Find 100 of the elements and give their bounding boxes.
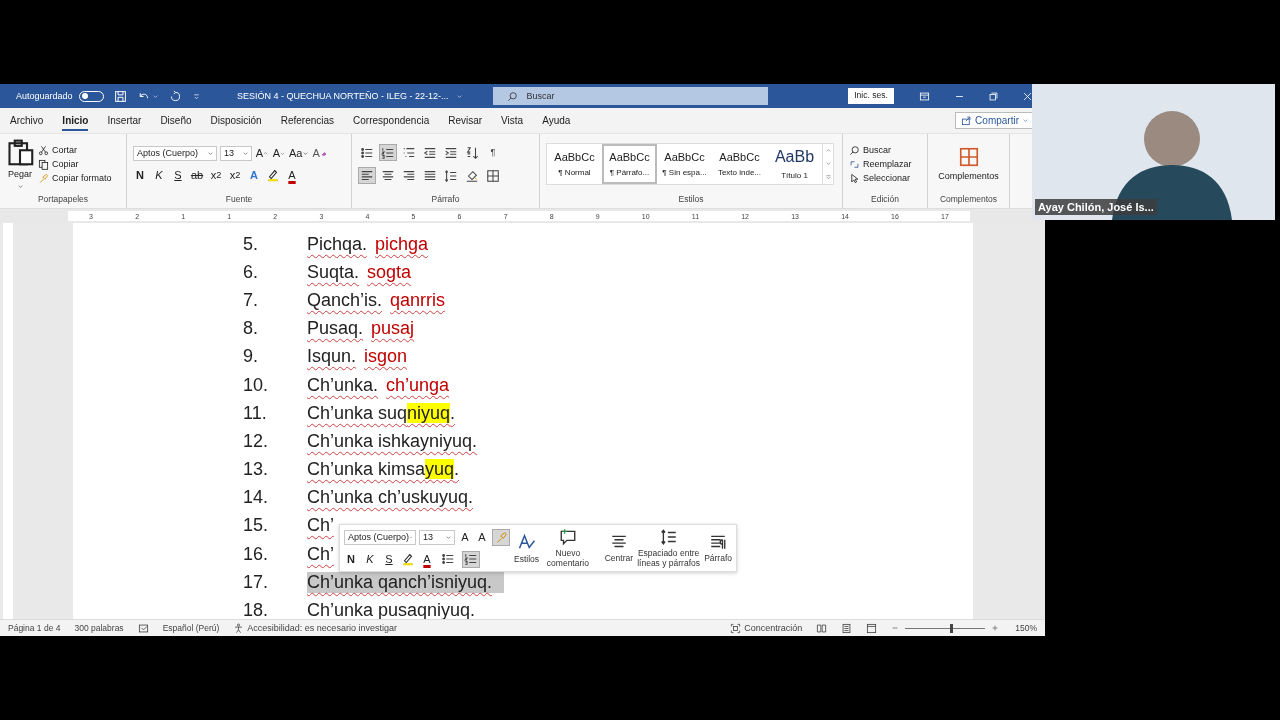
paste-button[interactable]: Pegar	[6, 138, 34, 190]
numbered-list-button[interactable]	[462, 550, 480, 568]
group-label: Edición	[870, 194, 900, 206]
paintbrush-icon	[494, 530, 508, 544]
numbered-list-button[interactable]	[379, 144, 397, 161]
underline-button[interactable]: S	[171, 167, 185, 183]
list-item-text: Ch’unka pusaqniyuq.	[307, 600, 476, 619]
ribbon-tab[interactable]: Vista	[495, 110, 530, 131]
replace-button[interactable]: Reemplazar	[849, 158, 912, 170]
ribbon-tab[interactable]: Revisar	[442, 110, 489, 131]
italic-button[interactable]: K	[152, 167, 166, 183]
copy-button[interactable]: Copiar	[38, 158, 112, 170]
search-icon	[849, 144, 860, 156]
select-button[interactable]: Seleccionar	[849, 172, 912, 184]
italic-button[interactable]: K	[363, 551, 377, 567]
cut-button[interactable]: Cortar	[38, 144, 112, 156]
proofing-icon	[137, 622, 149, 634]
eraser-icon	[319, 149, 328, 157]
add-ins-button[interactable]: Complementos	[938, 146, 999, 182]
cursor-icon	[849, 172, 860, 184]
ribbon-tab[interactable]: Diseño	[154, 110, 198, 131]
paragraph-button[interactable]: Párrafo	[704, 532, 732, 564]
accessibility-status[interactable]: Accesibilidad: es necesario investigar	[233, 622, 397, 634]
styles-button[interactable]: Estilos	[514, 531, 540, 565]
font-size-dropdown[interactable]: 13	[419, 529, 455, 545]
font-color-button[interactable]: A	[420, 551, 434, 567]
grow-font-button[interactable]: A	[255, 145, 269, 161]
list-item-text: Ch’unka suqniyuq.	[307, 402, 456, 424]
style-item[interactable]: AaBbCc Texto inde...	[712, 144, 767, 184]
caret-icon	[302, 149, 310, 157]
list-item-text: Ch’unka qanch’isniyuq.	[307, 571, 505, 593]
shrink-font-button[interactable]: A	[475, 529, 489, 545]
list-item-text: Isqun. isgon	[307, 346, 408, 368]
ribbon-tab[interactable]: Correspondencia	[347, 110, 436, 131]
document-title: SESIÓN 4 - QUECHUA NORTEÑO - ILEG - 22-12-...	[237, 91, 449, 101]
show-formatting-button[interactable]: ¶	[484, 144, 502, 161]
read-mode-icon	[816, 622, 828, 634]
autosave-label: Autoguardado	[16, 91, 73, 101]
underline-button[interactable]: S	[382, 551, 396, 567]
grid-icon	[957, 146, 980, 169]
focus-button[interactable]: Concentración	[730, 622, 803, 634]
list-item-text: Suqta. sogta	[307, 261, 412, 283]
ribbon-tab[interactable]: Referencias	[274, 110, 341, 131]
share-button[interactable]: Compartir	[955, 111, 1035, 130]
zoom-slider-thumb[interactable]	[950, 623, 954, 633]
ribbon-tab[interactable]: Disposición	[204, 110, 268, 131]
search-field[interactable]: Buscar	[493, 87, 769, 105]
focus-icon	[730, 622, 742, 634]
list-number: 7.	[243, 289, 259, 311]
align-left-button[interactable]	[358, 167, 376, 184]
find-button[interactable]: Buscar	[849, 144, 912, 156]
ribbon-tab[interactable]: Archivo	[4, 110, 50, 131]
ribbon-tab[interactable]: Inicio	[56, 110, 95, 131]
caret-icon	[152, 92, 160, 100]
down-chevron-icon	[280, 150, 286, 156]
ribbon-tab[interactable]: Ayuda	[536, 110, 577, 131]
line-spacing-icon	[659, 527, 678, 546]
language-status[interactable]: Español (Perú)	[162, 623, 220, 633]
format-painter-button[interactable]: Copiar formato	[38, 172, 112, 184]
ribbon-tab[interactable]: Insertar	[101, 110, 148, 131]
highlighter-icon	[401, 552, 415, 566]
highlighter-button[interactable]	[266, 167, 280, 183]
clear-formatting-button[interactable]: A	[312, 145, 328, 161]
copy-icon	[38, 158, 49, 170]
strikethrough-button[interactable]: ab	[190, 167, 204, 183]
change-case-button[interactable]: Aa	[289, 145, 310, 161]
accessibility-icon	[233, 622, 245, 634]
style-item[interactable]: AaBbCc ¶ Sin espa...	[657, 144, 712, 184]
customize-icon	[192, 91, 202, 101]
ribbon-display-icon	[919, 90, 931, 102]
bold-button[interactable]: N	[133, 167, 147, 183]
plus-icon	[991, 624, 1000, 632]
style-item[interactable]: AaBbCc ¶ Normal	[547, 144, 602, 184]
grow-font-button[interactable]: A	[458, 529, 472, 545]
list-number: 11.	[243, 402, 268, 424]
style-item[interactable]: AaBbCc ¶ Párrafo...	[602, 144, 657, 184]
redo-icon	[169, 89, 183, 103]
font-color-button[interactable]: A	[285, 167, 299, 183]
list-item-text: Pichqa. pichga	[307, 233, 429, 255]
caret-icon	[1022, 117, 1029, 124]
font-name-dropdown[interactable]: Aptos (Cuerpo)	[344, 529, 416, 545]
shrink-font-button[interactable]: A	[272, 145, 286, 161]
highlighter-button[interactable]	[401, 551, 415, 567]
line-spacing-button[interactable]: Espaciado entre líneas y párrafos	[637, 527, 701, 569]
font-size-dropdown[interactable]: 13	[220, 145, 252, 161]
caret-icon	[456, 92, 464, 100]
borders-button[interactable]	[484, 167, 502, 184]
bold-button[interactable]: N	[344, 551, 358, 567]
save-icon	[114, 89, 128, 103]
text-effects-button[interactable]: A	[247, 167, 261, 183]
list-number: 6.	[243, 261, 259, 283]
list-item-text: Ch’unka ch’uskuyuq.	[307, 487, 474, 509]
center-button[interactable]: Centrar	[604, 532, 634, 564]
caret-icon	[445, 533, 452, 541]
word-count: 300 palabras	[74, 623, 124, 633]
new-comment-button[interactable]: Nuevo comentario	[543, 527, 593, 569]
group-label: Párrafo	[430, 194, 461, 206]
style-item[interactable]: AaBb Título 1	[767, 144, 822, 184]
sign-in-button[interactable]: Inic. ses.	[848, 88, 894, 104]
font-name-dropdown[interactable]: Aptos (Cuerpo)	[133, 145, 217, 161]
